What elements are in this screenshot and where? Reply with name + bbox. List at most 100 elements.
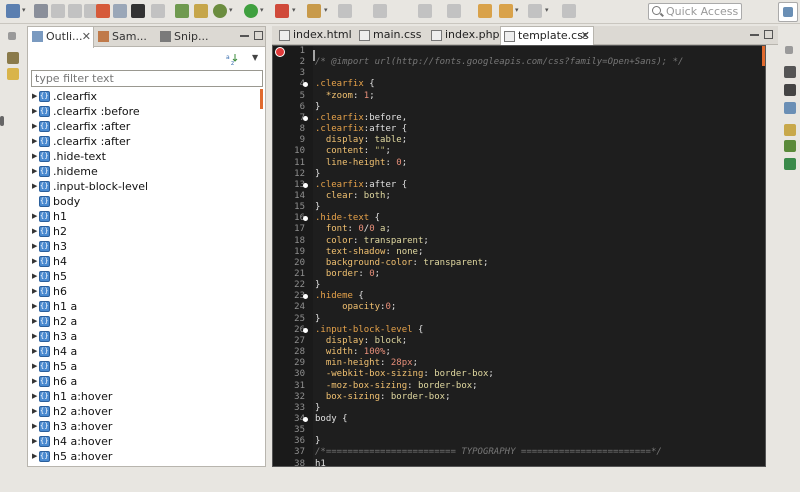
collapse-arrow-icon[interactable] <box>0 116 4 126</box>
folder-icon[interactable] <box>7 68 19 80</box>
minimize-icon[interactable] <box>240 35 249 37</box>
tab-index-html[interactable]: index.html <box>276 26 356 45</box>
bug-icon[interactable] <box>194 4 208 18</box>
tab-samples[interactable]: Sam... <box>94 27 156 47</box>
server-icon[interactable] <box>96 4 110 18</box>
expand-arrow-icon[interactable]: ▶ <box>32 434 37 449</box>
run-dropdown-icon[interactable]: ▾ <box>260 6 264 14</box>
expand-arrow-icon[interactable]: ▶ <box>32 119 37 134</box>
outline-item[interactable]: ▶ h1 a:hover <box>28 389 260 404</box>
outline-item[interactable]: ▶ .clearfix :after <box>28 119 260 134</box>
expand-arrow-icon[interactable]: ▶ <box>32 209 37 224</box>
outline-item[interactable]: ▶ h4 <box>28 254 260 269</box>
run-icon[interactable] <box>244 4 258 18</box>
fold-toggle-icon[interactable] <box>303 216 308 222</box>
settings-dropdown-icon[interactable]: ▾ <box>229 6 233 14</box>
tab-main-css[interactable]: main.css <box>356 26 428 45</box>
outline-item[interactable]: ▶ h5 a:hover <box>28 449 260 464</box>
outline-item[interactable]: ▶ .input-block-level <box>28 179 260 194</box>
outline-item[interactable]: ▶ h5 <box>28 269 260 284</box>
outline-item[interactable]: ▶ h1 a <box>28 299 260 314</box>
new-icon[interactable] <box>6 4 20 18</box>
expand-arrow-icon[interactable]: ▶ <box>32 374 37 389</box>
outline-item[interactable]: ▶ h6 a <box>28 374 260 389</box>
outline-item[interactable]: ▶ .clearfix :after <box>28 134 260 149</box>
expand-arrow-icon[interactable]: ▶ <box>32 239 37 254</box>
pin-icon[interactable] <box>338 4 352 18</box>
maximize-icon[interactable] <box>764 30 773 39</box>
external-tools-icon[interactable] <box>275 4 289 18</box>
minimize-icon[interactable] <box>750 34 759 36</box>
pin-icon[interactable] <box>7 52 19 64</box>
scrollbar-thumb[interactable] <box>260 89 263 109</box>
tab-index-php[interactable]: index.php <box>428 26 500 45</box>
forward-dropdown-icon[interactable]: ▾ <box>545 6 549 14</box>
expand-arrow-icon[interactable]: ▶ <box>32 299 37 314</box>
image-icon[interactable] <box>784 102 796 114</box>
servers-icon[interactable] <box>784 158 796 170</box>
outline-item[interactable]: ▶ .clearfix <box>28 89 260 104</box>
perspective-button[interactable] <box>778 2 798 22</box>
wand-icon[interactable] <box>307 4 321 18</box>
outline-item[interactable]: ▶ h4 a:hover <box>28 434 260 449</box>
expand-arrow-icon[interactable]: ▶ <box>32 104 37 119</box>
close-icon[interactable]: ✕ <box>82 27 91 46</box>
tab-outline[interactable]: Outli... ✕ <box>28 27 94 48</box>
expand-arrow-icon[interactable]: ▶ <box>32 284 37 299</box>
annotation-icon[interactable] <box>373 4 387 18</box>
expand-arrow-icon[interactable]: ▶ <box>32 149 37 164</box>
expand-arrow-icon[interactable]: ▶ <box>32 329 37 344</box>
outline-item[interactable]: ▶ h2 a:hover <box>28 404 260 419</box>
wand-dropdown-icon[interactable]: ▾ <box>324 6 328 14</box>
outline-item[interactable]: ▶ h3 a:hover <box>28 419 260 434</box>
window-icon[interactable] <box>113 4 127 18</box>
outline-item[interactable]: body <box>28 194 260 209</box>
expand-arrow-icon[interactable]: ▶ <box>32 134 37 149</box>
terminal-icon[interactable] <box>131 4 145 18</box>
forward-icon[interactable] <box>528 4 542 18</box>
fold-toggle-icon[interactable] <box>303 82 308 88</box>
outline-item[interactable]: ▶ h2 a <box>28 314 260 329</box>
toolbar-extra-icon[interactable] <box>562 4 576 18</box>
restore-icon[interactable] <box>785 46 793 54</box>
print-icon[interactable] <box>68 4 82 18</box>
expand-arrow-icon[interactable]: ▶ <box>32 449 37 464</box>
expand-arrow-icon[interactable]: ▶ <box>32 224 37 239</box>
outline-item[interactable]: ▶ h2 <box>28 224 260 239</box>
outline-item[interactable]: ▶ h5 a <box>28 359 260 374</box>
expand-arrow-icon[interactable]: ▶ <box>32 359 37 374</box>
expand-arrow-icon[interactable]: ▶ <box>32 389 37 404</box>
code-text[interactable]: /* @import url(http://fonts.googleapis.c… <box>313 46 763 466</box>
fold-toggle-icon[interactable] <box>303 416 308 422</box>
next-annotation-icon[interactable] <box>418 4 432 18</box>
fold-toggle-icon[interactable] <box>303 182 308 188</box>
tasks-icon[interactable] <box>784 124 796 136</box>
external-dropdown-icon[interactable]: ▾ <box>292 6 296 14</box>
outline-icon[interactable] <box>784 140 796 152</box>
maximize-icon[interactable] <box>254 31 263 40</box>
quick-access-input[interactable]: Quick Access <box>648 3 742 20</box>
last-edit-icon[interactable] <box>478 4 492 18</box>
expand-arrow-icon[interactable]: ▶ <box>32 419 37 434</box>
close-icon[interactable]: ✕ <box>581 27 590 45</box>
expand-arrow-icon[interactable]: ▶ <box>32 344 37 359</box>
outline-item[interactable]: ▶ h3 a <box>28 329 260 344</box>
outline-item[interactable]: ▶ .hide-text <box>28 149 260 164</box>
back-icon[interactable] <box>499 4 513 18</box>
console-icon[interactable] <box>784 84 796 96</box>
expand-arrow-icon[interactable]: ▶ <box>32 269 37 284</box>
filter-input[interactable] <box>31 70 263 87</box>
outline-item[interactable]: ▶ h1 <box>28 209 260 224</box>
view-menu-icon[interactable]: ▼ <box>252 53 258 62</box>
skip-icon[interactable] <box>151 4 165 18</box>
expand-arrow-icon[interactable]: ▶ <box>32 164 37 179</box>
expand-arrow-icon[interactable]: ▶ <box>32 254 37 269</box>
expand-arrow-icon[interactable]: ▶ <box>32 89 37 104</box>
fold-toggle-icon[interactable] <box>303 115 308 121</box>
fold-toggle-icon[interactable] <box>303 294 308 300</box>
outline-item[interactable]: ▶ h6 <box>28 284 260 299</box>
expand-arrow-icon[interactable]: ▶ <box>32 179 37 194</box>
outline-item[interactable]: ▶ .hideme <box>28 164 260 179</box>
expand-arrow-icon[interactable]: ▶ <box>32 404 37 419</box>
expand-arrow-icon[interactable]: ▶ <box>32 314 37 329</box>
